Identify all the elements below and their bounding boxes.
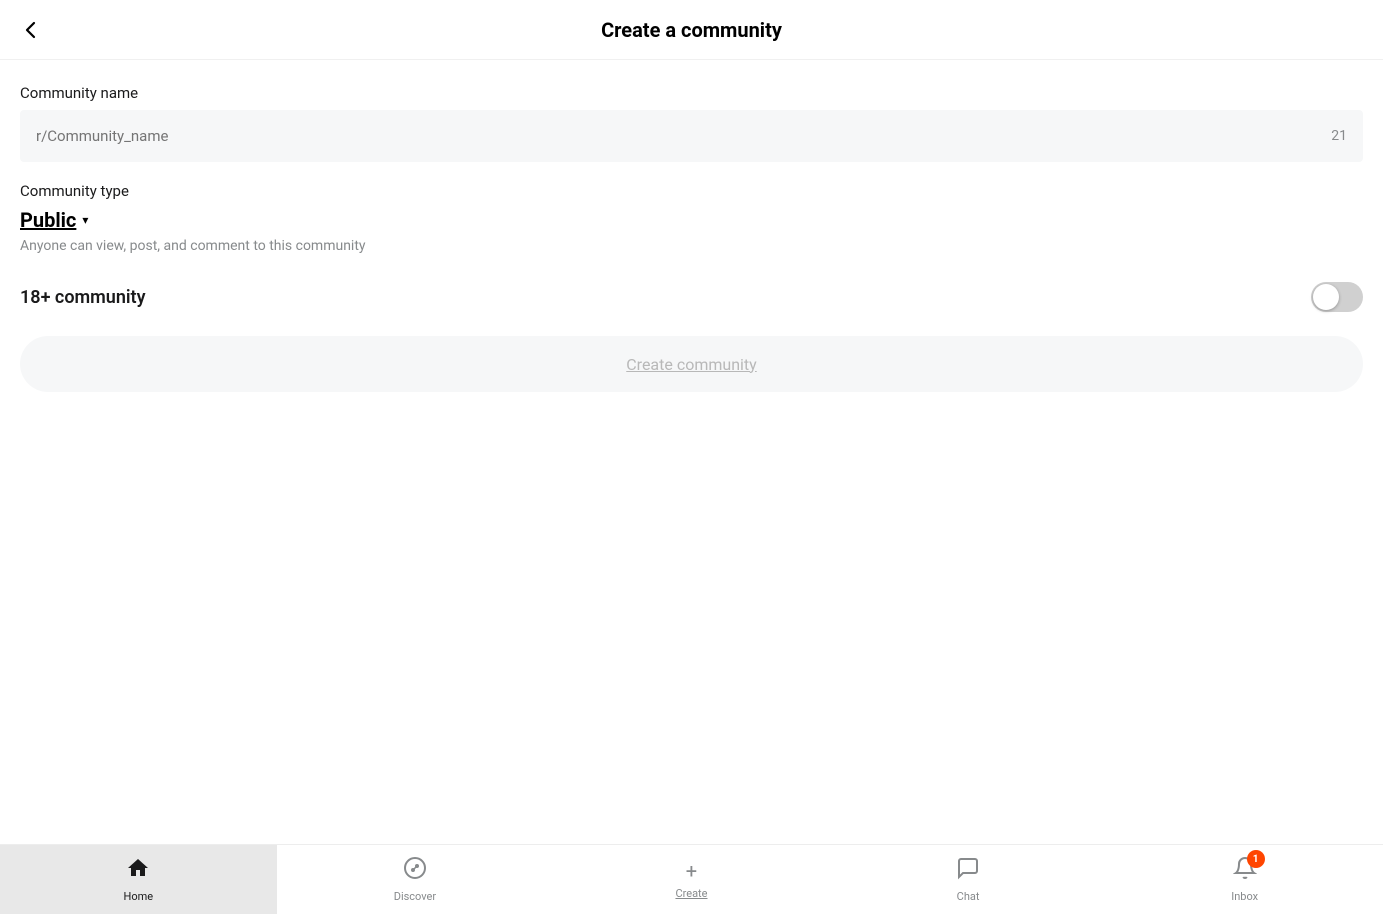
home-icon: [126, 856, 150, 886]
nav-item-chat[interactable]: Chat: [830, 845, 1107, 914]
toggle-knob: [1313, 284, 1339, 310]
plus-icon: +: [686, 859, 697, 883]
nav-label-discover: Discover: [394, 890, 436, 903]
nav-item-discover[interactable]: Discover: [277, 845, 554, 914]
nav-item-inbox[interactable]: 1 Inbox: [1106, 845, 1383, 914]
create-icon-wrapper: +: [686, 859, 697, 883]
char-count: 21: [1331, 128, 1347, 144]
community-type-value: Public: [20, 208, 76, 232]
community-name-input[interactable]: [36, 127, 1331, 145]
community-type-label: Community type: [20, 182, 1363, 200]
nav-item-create[interactable]: + Create: [553, 845, 830, 914]
bottom-nav: Home Discover + Create Chat: [0, 844, 1383, 914]
adult-label: 18+ community: [20, 287, 146, 308]
main-content: Community name 21 Community type Public …: [0, 60, 1383, 844]
community-name-label: Community name: [20, 84, 1363, 102]
back-button[interactable]: [20, 19, 42, 41]
community-type-description: Anyone can view, post, and comment to th…: [20, 238, 1363, 254]
page-title: Create a community: [601, 18, 782, 42]
nav-label-home: Home: [123, 890, 153, 903]
nav-label-inbox: Inbox: [1231, 890, 1258, 903]
chat-icon: [956, 856, 980, 886]
nav-item-home[interactable]: Home: [0, 845, 277, 914]
discover-icon: [403, 856, 427, 886]
inbox-badge: 1: [1247, 850, 1265, 868]
nav-label-chat: Chat: [957, 890, 980, 903]
chevron-down-icon: ▾: [82, 213, 88, 227]
inbox-icon-wrapper: 1: [1233, 856, 1257, 886]
nav-label-create: Create: [675, 887, 707, 900]
adult-toggle-row: 18+ community: [20, 282, 1363, 312]
adult-toggle[interactable]: [1311, 282, 1363, 312]
community-name-field[interactable]: 21: [20, 110, 1363, 162]
create-community-label: Create community: [626, 355, 756, 374]
community-type-selector[interactable]: Public ▾: [20, 208, 1363, 232]
create-community-button[interactable]: Create community: [20, 336, 1363, 392]
header: Create a community: [0, 0, 1383, 60]
